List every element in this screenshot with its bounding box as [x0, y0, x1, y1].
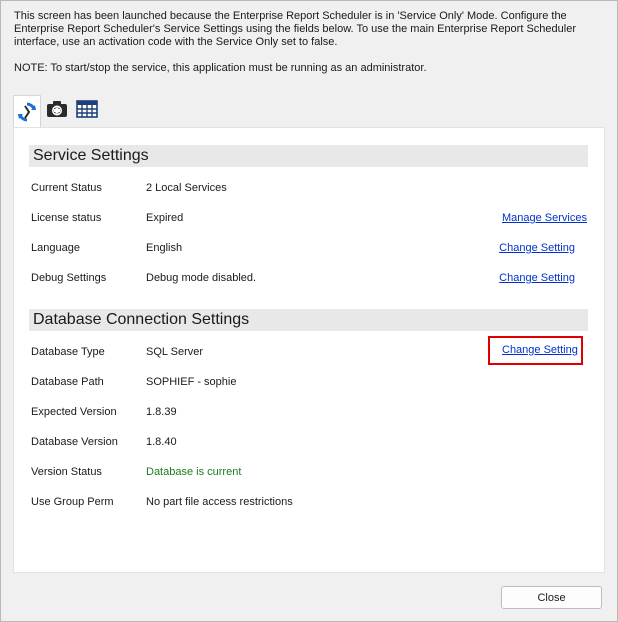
row-label: Use Group Perm: [31, 496, 114, 508]
refresh-icon: [18, 102, 36, 121]
row-label: Language: [31, 242, 80, 254]
manage-services-link[interactable]: Manage Services: [502, 212, 587, 224]
tab-refresh[interactable]: [13, 95, 41, 127]
admin-note: NOTE: To start/stop the service, this ap…: [14, 62, 427, 74]
grid-calendar-icon: [76, 100, 98, 118]
change-debug-link[interactable]: Change Setting: [499, 272, 575, 284]
row-label: Current Status: [31, 182, 102, 194]
dialog-window: This screen has been launched because th…: [0, 0, 618, 622]
camera-icon: [47, 101, 67, 117]
row-label: Database Version: [31, 436, 118, 448]
row-label: Debug Settings: [31, 272, 107, 284]
db-row-expected-version: Expected Version 1.8.39: [31, 406, 587, 422]
row-value: Debug mode disabled.: [146, 272, 257, 284]
version-status-value: Database is current: [146, 466, 242, 478]
service-row-license-status: License status Expired Manage Services: [31, 212, 587, 228]
change-language-link[interactable]: Change Setting: [499, 242, 575, 254]
tab-camera[interactable]: [43, 95, 71, 123]
row-value: SQL Server: [146, 346, 204, 358]
service-row-current-status: Current Status 2 Local Services: [31, 182, 587, 198]
row-value: Expired: [146, 212, 184, 224]
db-row-version-status: Version Status Database is current: [31, 466, 587, 482]
db-row-database-path: Database Path SOPHIEF - sophie: [31, 376, 587, 392]
row-value: No part file access restrictions: [146, 496, 293, 508]
settings-panel: Service Settings Current Status 2 Local …: [13, 127, 605, 573]
row-label: Database Type: [31, 346, 105, 358]
row-label: Version Status: [31, 466, 102, 478]
db-row-use-group-perm: Use Group Perm No part file access restr…: [31, 496, 587, 512]
service-settings-header: Service Settings: [29, 145, 588, 167]
close-button[interactable]: Close: [501, 586, 602, 609]
row-label: License status: [31, 212, 102, 224]
row-value: 1.8.40: [146, 436, 177, 448]
service-row-language: Language English Change Setting: [31, 242, 587, 258]
service-row-debug-settings: Debug Settings Debug mode disabled. Chan…: [31, 272, 587, 288]
row-value: 1.8.39: [146, 406, 177, 418]
row-value: 2 Local Services: [146, 182, 227, 194]
change-database-type-link[interactable]: Change Setting: [502, 344, 578, 356]
row-value: English: [146, 242, 183, 254]
database-settings-header: Database Connection Settings: [29, 309, 588, 331]
tab-grid[interactable]: [73, 95, 101, 123]
db-row-database-version: Database Version 1.8.40: [31, 436, 587, 452]
row-label: Expected Version: [31, 406, 117, 418]
intro-message: This screen has been launched because th…: [14, 10, 576, 48]
row-label: Database Path: [31, 376, 104, 388]
row-value: SOPHIEF - sophie: [146, 376, 237, 388]
tab-strip: [13, 95, 103, 127]
highlight-box: Change Setting: [488, 336, 583, 365]
